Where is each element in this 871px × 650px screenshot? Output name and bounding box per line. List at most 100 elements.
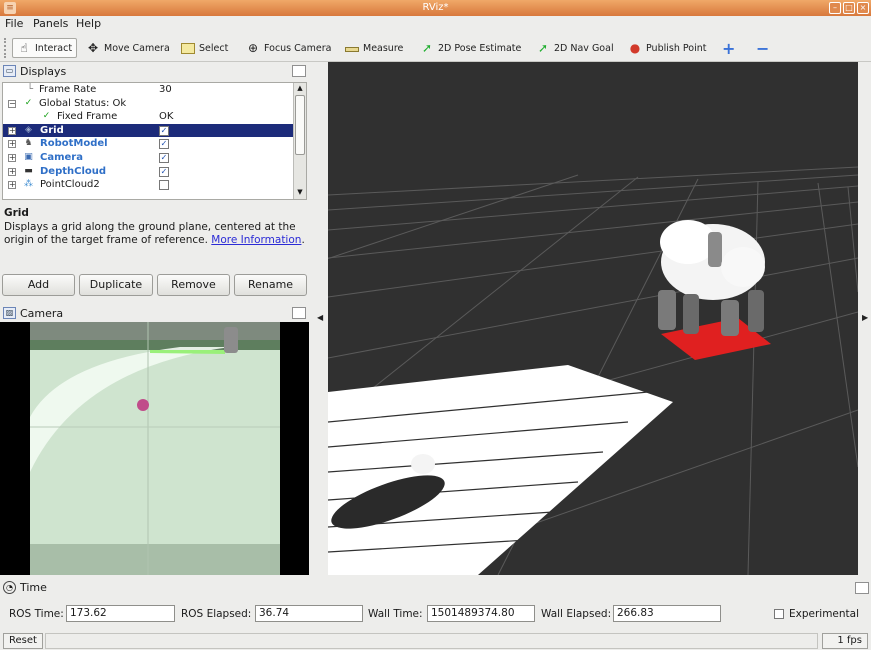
tool-measure-label: Measure: [363, 42, 404, 54]
toolbar: ☝ Interact ✥ Move Camera Select ⊕ Focus …: [0, 34, 871, 62]
tree-row-value: OK: [159, 111, 174, 123]
ros-time-label: ROS Time:: [9, 608, 64, 620]
displays-panel-header: ▭ Displays: [0, 62, 309, 80]
period: .: [301, 234, 305, 246]
scroll-thumb[interactable]: [295, 95, 305, 155]
3d-scene: [328, 166, 858, 575]
checkbox[interactable]: ✓: [159, 166, 169, 177]
depth-camera-icon: ▬: [24, 165, 33, 176]
tool-select-label: Select: [199, 42, 229, 54]
app-icon[interactable]: ≡: [4, 2, 16, 14]
expand-icon[interactable]: +: [8, 167, 16, 176]
ros-time-field[interactable]: 173.62: [66, 605, 175, 622]
more-information-link[interactable]: More Information: [211, 234, 301, 246]
displays-panel-icon: ▭: [3, 65, 16, 77]
tree-row-name: Fixed Frame: [57, 111, 118, 123]
move-camera-icon: ✥: [87, 41, 99, 55]
displays-panel-title: Displays: [20, 64, 67, 78]
tool-2d-pose-estimate[interactable]: ➚ 2D Pose Estimate: [420, 38, 521, 58]
add-tool-icon[interactable]: +: [722, 38, 735, 58]
ros-elapsed-field[interactable]: 36.74: [255, 605, 363, 622]
focus-camera-icon: ⊕: [247, 41, 259, 55]
experimental-label: Experimental: [789, 608, 860, 620]
select-icon: [181, 42, 195, 54]
tool-focus-camera[interactable]: ⊕ Focus Camera: [246, 38, 331, 58]
tool-2d-nav-goal[interactable]: ➚ 2D Nav Goal: [536, 38, 614, 58]
tool-publish-point-label: Publish Point: [646, 42, 707, 54]
checkbox[interactable]: ✓: [159, 139, 169, 150]
hand-icon: ☝: [20, 41, 28, 55]
displays-tree: └ Frame Rate 30 − ✓ Global Status: Ok ✓ …: [2, 82, 307, 200]
undock-button[interactable]: [855, 582, 869, 594]
checkbox[interactable]: ✓: [159, 125, 169, 136]
point-cloud-icon: ⁂: [24, 179, 33, 190]
expand-icon[interactable]: +: [8, 140, 16, 149]
tool-focus-camera-label: Focus Camera: [264, 42, 332, 54]
tree-row[interactable]: + ♞ RobotModel ✓: [3, 137, 295, 151]
experimental-checkbox[interactable]: [774, 609, 784, 619]
add-button[interactable]: Add: [2, 274, 75, 296]
expand-icon[interactable]: +: [8, 126, 16, 135]
check-icon: ✓: [24, 97, 33, 108]
green-arrow-icon: ➚: [421, 41, 433, 55]
tree-row[interactable]: + ⁂ PointCloud2: [3, 178, 295, 192]
robot-model: [658, 220, 765, 336]
minimize-icon[interactable]: –: [829, 2, 841, 14]
tree-row-name: Global Status: Ok: [39, 97, 127, 109]
menu-file[interactable]: File: [5, 17, 23, 30]
undock-button[interactable]: [292, 65, 306, 77]
menu-panels[interactable]: Panels: [33, 17, 68, 30]
camera-image: [30, 322, 280, 575]
collapse-left-icon[interactable]: ◀: [317, 312, 323, 324]
checkbox[interactable]: [159, 180, 169, 191]
duplicate-button[interactable]: Duplicate: [79, 274, 153, 296]
checkbox[interactable]: ✓: [159, 153, 169, 163]
camera-image-view[interactable]: [0, 322, 309, 575]
tool-interact[interactable]: ☝ Interact: [12, 38, 78, 58]
toolbar-grip[interactable]: [4, 38, 8, 58]
clock-icon: ◔: [3, 580, 16, 594]
rename-button[interactable]: Rename: [234, 274, 307, 296]
camera-panel-title: Camera: [20, 306, 64, 320]
wall-elapsed-field[interactable]: 266.83: [613, 605, 721, 622]
tree-row[interactable]: + ▣ Camera ✓: [3, 151, 295, 165]
title-bar: ≡ RViz* – □ ×: [0, 0, 871, 16]
tool-move-camera[interactable]: ✥ Move Camera: [86, 38, 170, 58]
grid-icon: ◈: [25, 124, 32, 135]
tree-row-name: RobotModel: [40, 138, 108, 150]
fps-display: 1 fps: [822, 633, 868, 649]
expand-icon[interactable]: +: [8, 154, 16, 162]
wall-time-label: Wall Time:: [368, 608, 423, 620]
tree-row[interactable]: ✓ Fixed Frame OK: [3, 110, 295, 124]
tree-scrollbar[interactable]: ▲ ▼: [293, 83, 306, 199]
tree-row-name: Frame Rate: [39, 84, 97, 95]
maximize-icon[interactable]: □: [843, 2, 855, 14]
tree-row-grid[interactable]: + ◈ Grid ✓: [3, 123, 295, 138]
wall-time-field[interactable]: 1501489374.80: [427, 605, 535, 622]
tree-row[interactable]: + ▬ DepthCloud ✓: [3, 165, 295, 179]
camera-panel-header: ▨ Camera: [0, 304, 309, 322]
3d-render-view[interactable]: [328, 62, 858, 575]
menu-help[interactable]: Help: [76, 17, 101, 30]
tree-row-value[interactable]: 30: [159, 83, 172, 97]
map-pin-icon: ●: [629, 41, 641, 55]
scroll-up-icon[interactable]: ▲: [294, 83, 306, 94]
tree-row[interactable]: − ✓ Global Status: Ok: [3, 97, 295, 111]
tool-publish-point[interactable]: ● Publish Point: [628, 38, 707, 58]
window-title: RViz*: [422, 2, 449, 13]
tree-row-name: PointCloud2: [40, 179, 100, 191]
close-icon[interactable]: ×: [857, 2, 869, 14]
image-icon: ▨: [3, 307, 16, 319]
tool-select[interactable]: Select: [181, 38, 228, 58]
expand-icon[interactable]: +: [8, 181, 16, 190]
collapse-icon[interactable]: −: [8, 99, 16, 108]
undock-button[interactable]: [292, 307, 306, 319]
remove-button[interactable]: Remove: [157, 274, 230, 296]
tool-measure[interactable]: Measure: [345, 38, 403, 58]
scroll-down-icon[interactable]: ▼: [294, 187, 306, 198]
tree-row[interactable]: └ Frame Rate 30: [3, 83, 295, 97]
remove-tool-icon[interactable]: −: [756, 38, 769, 58]
camera-icon: ▣: [24, 152, 33, 162]
collapse-right-icon[interactable]: ▶: [862, 312, 868, 324]
reset-button[interactable]: Reset: [3, 633, 43, 649]
